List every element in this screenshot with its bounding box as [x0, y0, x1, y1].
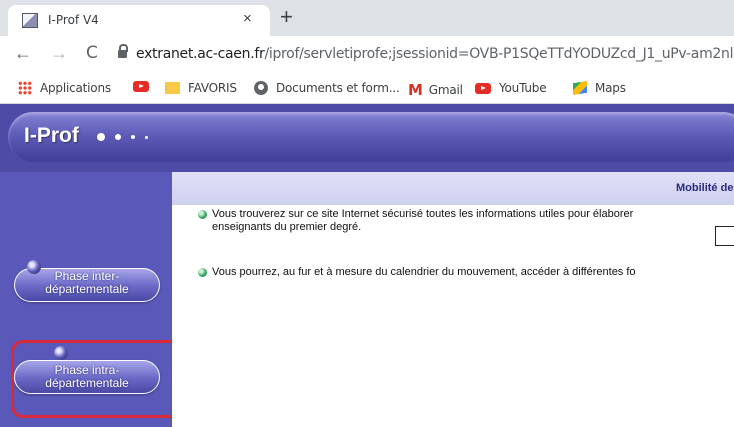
globe-icon — [254, 81, 268, 95]
youtube-icon — [133, 81, 149, 92]
browser-toolbar: ← → C extranet.ac-caen.fr/iprof/servleti… — [0, 36, 734, 72]
bookmark-label: Gmail — [428, 83, 463, 97]
phase-inter-label-2: départementale — [45, 282, 129, 296]
paragraph-2-line-1: Vous pourrez, au fur et à mesure du cale… — [212, 266, 636, 278]
bookmark-applications[interactable]: Applications — [18, 81, 111, 95]
new-tab-button[interactable]: + — [280, 5, 293, 29]
iprof-favicon-icon — [22, 13, 38, 28]
tab-title: I-Prof V4 — [48, 13, 99, 27]
bookmark-maps[interactable]: Maps — [573, 81, 626, 95]
content-header — [172, 172, 734, 205]
address-bar[interactable]: extranet.ac-caen.fr/iprof/servletiprofe;… — [136, 46, 734, 62]
paragraph-1-line-2: enseignants du premier degré. — [212, 221, 362, 233]
content-title: Mobilité de — [676, 182, 734, 194]
tab-close-icon[interactable]: × — [243, 10, 252, 27]
back-button[interactable]: ← — [14, 44, 32, 62]
url-host: extranet.ac-caen.fr — [136, 46, 265, 62]
bookmark-youtube[interactable]: YouTube — [475, 81, 547, 95]
gmail-icon: M — [408, 81, 423, 99]
forward-button[interactable]: → — [50, 44, 68, 62]
browser-tab[interactable]: I-Prof V4 × — [8, 5, 270, 36]
red-highlight-annotation — [11, 340, 183, 418]
iprof-logo: I-Prof — [24, 124, 79, 147]
bullet-icon — [198, 268, 207, 277]
youtube-icon — [475, 82, 491, 94]
logo-dot — [115, 134, 121, 140]
url-path: /iprof/servletiprofe;jsessionid=OVB-P1SQ… — [264, 46, 734, 62]
bookmark-label: Documents et form... — [276, 81, 400, 95]
bookmarks-bar: Applications FAVORIS Documents et form..… — [0, 72, 734, 104]
lock-icon[interactable] — [118, 44, 128, 60]
maps-icon — [573, 81, 587, 95]
folder-icon — [165, 82, 180, 94]
small-box[interactable] — [715, 226, 734, 246]
bookmark-label: Maps — [595, 81, 626, 95]
logo-dot — [97, 133, 105, 141]
bullet-icon — [198, 210, 207, 219]
logo-dot — [145, 136, 148, 139]
bookmark-gmail[interactable]: M Gmail — [408, 81, 463, 99]
paragraph-1-line-1: Vous trouverez sur ce site Internet sécu… — [212, 208, 634, 220]
bookmark-label: FAVORIS — [188, 81, 237, 95]
bookmark-label: Applications — [40, 81, 111, 95]
bookmark-youtube-icon-only[interactable] — [133, 81, 157, 92]
browser-tabstrip: I-Prof V4 × + — [0, 0, 734, 36]
logo-dot — [131, 135, 135, 139]
bookmark-label: YouTube — [499, 81, 547, 95]
bookmark-documents[interactable]: Documents et form... — [254, 81, 400, 95]
bookmark-favoris[interactable]: FAVORIS — [165, 81, 237, 95]
apps-grid-icon — [18, 81, 32, 95]
reload-button[interactable]: C — [86, 44, 98, 62]
